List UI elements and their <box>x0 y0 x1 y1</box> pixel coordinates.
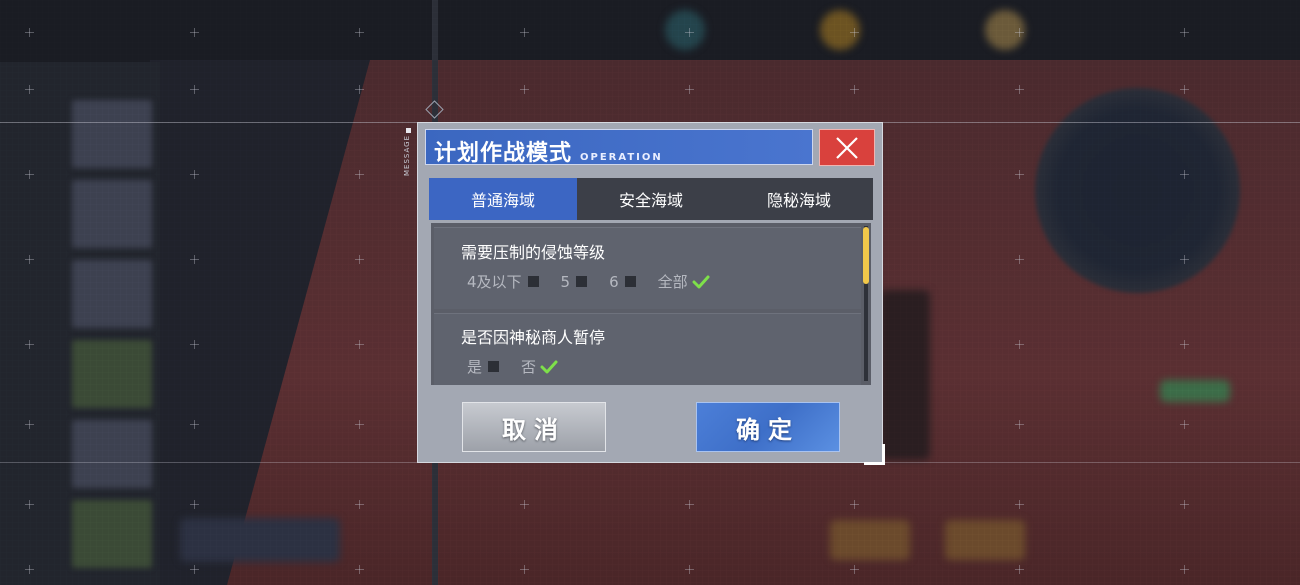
plus-marker-icon <box>190 28 199 37</box>
option-label: 否 <box>521 358 537 376</box>
checkbox-unchecked[interactable] <box>527 276 539 287</box>
plus-marker-icon <box>685 85 694 94</box>
settings-list[interactable]: 需要压制的侵蚀等级 4及以下 5 6 全部 是否因神秘商人暂停 是 否 <box>431 223 871 385</box>
plus-marker-icon <box>25 28 34 37</box>
plus-marker-icon <box>685 500 694 509</box>
plus-marker-icon <box>355 255 364 264</box>
dialog-corner-decoration <box>864 444 885 465</box>
plus-marker-icon <box>1015 565 1024 574</box>
plus-marker-icon <box>685 28 694 37</box>
plus-marker-icon <box>355 420 364 429</box>
tab-hidden-sea[interactable]: 隐秘海域 <box>725 178 873 220</box>
option-level-4-and-below[interactable]: 4及以下 <box>467 271 539 292</box>
plus-marker-icon <box>850 28 859 37</box>
erosion-level-options: 4及以下 5 6 全部 <box>467 271 732 292</box>
tab-safe-sea[interactable]: 安全海域 <box>577 178 725 220</box>
message-marker-icon <box>406 128 411 133</box>
merchant-pause-section: 是否因神秘商人暂停 是 否 <box>434 313 861 385</box>
plus-marker-icon <box>355 28 364 37</box>
plus-marker-icon <box>1180 565 1189 574</box>
plus-marker-icon <box>25 565 34 574</box>
option-label: 4及以下 <box>467 273 522 291</box>
option-label: 全部 <box>657 273 688 291</box>
plus-marker-icon <box>520 85 529 94</box>
plus-marker-icon <box>190 340 199 349</box>
plus-marker-icon <box>25 255 34 264</box>
plus-marker-icon <box>190 255 199 264</box>
section-title: 需要压制的侵蚀等级 <box>461 243 606 262</box>
plus-marker-icon <box>190 420 199 429</box>
plus-marker-icon <box>355 170 364 179</box>
plus-marker-icon <box>1180 255 1189 264</box>
plus-marker-icon <box>1180 500 1189 509</box>
plus-marker-icon <box>685 565 694 574</box>
checkbox-unchecked[interactable] <box>488 361 500 372</box>
plus-marker-icon <box>1180 170 1189 179</box>
plus-marker-icon <box>355 340 364 349</box>
plus-marker-icon <box>1015 500 1024 509</box>
plus-marker-icon <box>355 565 364 574</box>
plus-marker-icon <box>25 340 34 349</box>
plus-marker-icon <box>25 420 34 429</box>
merchant-pause-options: 是 否 <box>467 356 580 377</box>
plus-marker-icon <box>190 500 199 509</box>
plus-marker-icon <box>1180 340 1189 349</box>
plus-marker-icon <box>1015 170 1024 179</box>
plus-marker-icon <box>1180 28 1189 37</box>
checkmark-icon[interactable] <box>540 359 558 375</box>
plus-marker-icon <box>850 565 859 574</box>
tab-normal-sea[interactable]: 普通海域 <box>429 178 577 220</box>
checkbox-unchecked[interactable] <box>576 276 588 287</box>
sea-area-tabs: 普通海域 安全海域 隐秘海域 <box>429 178 873 220</box>
option-label: 是 <box>467 358 483 376</box>
plus-marker-icon <box>1015 255 1024 264</box>
option-level-5[interactable]: 5 <box>561 273 588 291</box>
plus-marker-icon <box>850 500 859 509</box>
plus-marker-icon <box>190 85 199 94</box>
plus-marker-icon <box>355 500 364 509</box>
plus-marker-icon <box>520 500 529 509</box>
option-label: 5 <box>560 272 571 291</box>
confirm-button[interactable]: 确定 <box>696 402 840 452</box>
section-title: 是否因神秘商人暂停 <box>461 328 606 347</box>
option-label: 6 <box>609 272 619 291</box>
scrollbar-thumb[interactable] <box>863 227 869 284</box>
dialog-title: 计划作战模式 <box>434 141 573 166</box>
plus-marker-icon <box>1015 28 1024 37</box>
plus-marker-icon <box>25 85 34 94</box>
plus-marker-icon <box>1015 420 1024 429</box>
plus-marker-icon <box>1180 85 1189 94</box>
plus-marker-icon <box>25 170 34 179</box>
plus-marker-icon <box>190 170 199 179</box>
option-all-levels[interactable]: 全部 <box>658 271 710 292</box>
checkmark-icon[interactable] <box>692 274 710 290</box>
erosion-level-section: 需要压制的侵蚀等级 4及以下 5 6 全部 <box>434 227 861 309</box>
option-level-6[interactable]: 6 <box>609 273 636 291</box>
plus-marker-icon <box>520 565 529 574</box>
cancel-button[interactable]: 取消 <box>462 402 606 452</box>
plus-marker-icon <box>850 85 859 94</box>
plus-marker-icon <box>190 565 199 574</box>
message-label: MESSAGE <box>403 135 411 176</box>
plus-marker-icon <box>25 500 34 509</box>
operation-mode-dialog: 计划作战模式 OPERATION 普通海域 安全海域 隐秘海域 需要压制的侵蚀等… <box>417 122 885 465</box>
close-icon <box>836 136 858 159</box>
close-button[interactable] <box>819 129 875 166</box>
checkbox-unchecked[interactable] <box>624 276 636 287</box>
option-yes[interactable]: 是 <box>467 356 500 377</box>
dialog-subtitle: OPERATION <box>580 152 663 163</box>
plus-marker-icon <box>520 28 529 37</box>
option-no[interactable]: 否 <box>521 356 558 377</box>
plus-marker-icon <box>355 85 364 94</box>
plus-marker-icon <box>1015 85 1024 94</box>
plus-marker-icon <box>1015 340 1024 349</box>
plus-marker-icon <box>1180 420 1189 429</box>
dialog-title-bar: 计划作战模式 OPERATION <box>425 129 813 166</box>
